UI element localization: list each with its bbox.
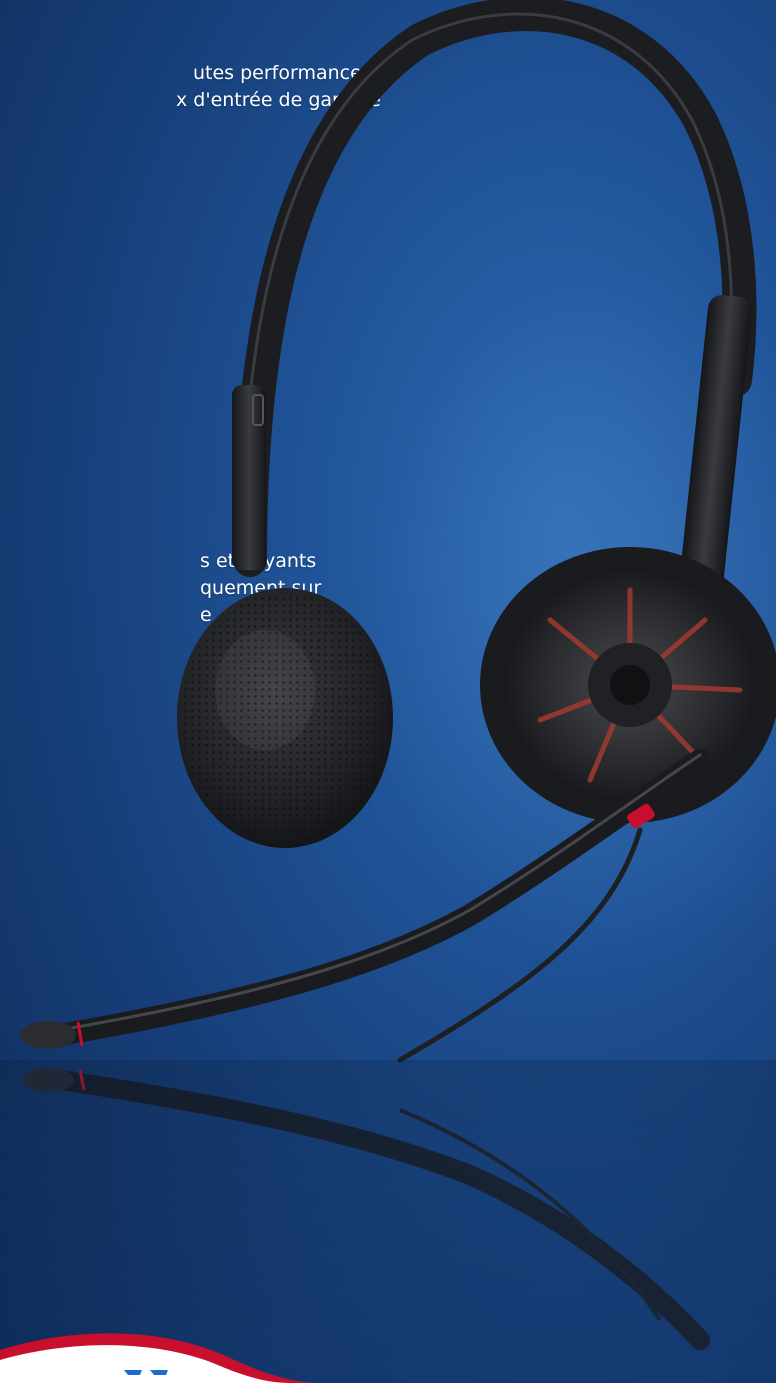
microphone-tip [20, 1021, 76, 1049]
headband [233, 0, 757, 577]
ad-page: utes performances, x d'entrée de gamme s… [0, 0, 776, 1383]
brand-logo-icon [124, 1370, 168, 1375]
brand-logo-fragment [0, 1368, 178, 1383]
headset-cable [397, 827, 643, 1063]
left-slider [232, 385, 266, 570]
headset-illustration [0, 0, 776, 1383]
